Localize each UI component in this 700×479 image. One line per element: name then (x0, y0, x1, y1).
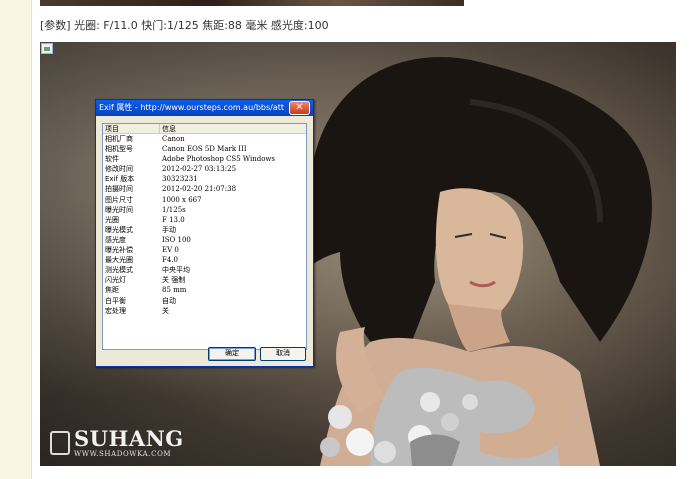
item-value: Adobe Photoshop CS5 Windows (162, 155, 276, 164)
exif-list[interactable]: 项目 信息 相机厂商 Canon 相机型号 Canon EOS 5D Mark III… (102, 123, 307, 350)
item-value: F 13.0 (162, 215, 185, 224)
list-item[interactable]: 曝光补偿 EV 0 (103, 245, 306, 255)
list-item[interactable]: 最大光圈 F4.0 (103, 255, 306, 265)
list-item[interactable]: 焦距 85 mm (103, 285, 306, 295)
item-label: 白平衡 (105, 296, 126, 305)
watermark: SUHANG WWW.SHADOWKA.COM (50, 428, 184, 458)
previous-photo-edge (40, 0, 464, 6)
watermark-brand: SUHANG (74, 426, 184, 451)
item-value: Canon (162, 135, 185, 143)
list-item[interactable]: 测光模式 中央平均 (103, 265, 306, 275)
item-label: Exif 版本 (105, 175, 135, 184)
list-item[interactable]: 闪光灯 关 强制 (103, 275, 306, 285)
cancel-button[interactable]: 取消 (260, 347, 306, 361)
ok-button[interactable]: 确定 (208, 347, 256, 361)
item-value: 中央平均 (162, 266, 190, 275)
list-item[interactable]: 曝光模式 手动 (103, 225, 306, 235)
item-value: EV 0 (162, 246, 179, 255)
item-value: 30323231 (162, 175, 198, 184)
list-item[interactable]: 相机型号 Canon EOS 5D Mark III (103, 144, 306, 154)
item-value: F4.0 (162, 256, 178, 265)
item-label: 拍摄时间 (105, 185, 133, 194)
exif-dialog: Exif 属性 - http://www.oursteps.com.au/bbs… (95, 99, 314, 367)
item-value: 85 mm (162, 286, 187, 295)
item-label: 曝光补偿 (105, 246, 133, 255)
dialog-titlebar[interactable]: Exif 属性 - http://www.oursteps.com.au/bbs… (96, 100, 313, 116)
item-value: ISO 100 (162, 235, 191, 244)
item-value: 2012-02-20 21:07:38 (162, 185, 237, 194)
list-item[interactable]: 修改时间 2012-02-27 03:13:25 (103, 164, 306, 174)
item-value: 1000 x 667 (162, 195, 202, 204)
item-label: 光圈 (105, 215, 119, 224)
image-placeholder-icon (41, 43, 53, 54)
dialog-title: Exif 属性 - http://www.oursteps.com.au/bbs… (99, 103, 284, 112)
list-item[interactable]: 感光度 ISO 100 (103, 235, 306, 245)
item-value: 2012-02-27 03:13:25 (162, 165, 237, 174)
column-header-info[interactable]: 信息 (160, 124, 306, 133)
photo-params-text: [参数] 光圈: F/11.0 快门:1/125 焦距:88 毫米 感光度:10… (40, 19, 329, 32)
item-label: 相机厂商 (105, 135, 133, 143)
item-label: 图片尺寸 (105, 195, 133, 204)
watermark-url: WWW.SHADOWKA.COM (74, 450, 172, 458)
item-label: 闪光灯 (105, 276, 126, 285)
list-header: 项目 信息 (103, 124, 306, 134)
item-label: 测光模式 (105, 266, 133, 275)
list-item[interactable]: 曝光时间 1/125s (103, 205, 306, 215)
item-label: 曝光时间 (105, 205, 133, 214)
item-label: 相机型号 (105, 145, 133, 154)
item-label: 修改时间 (105, 165, 133, 174)
list-item[interactable]: 相机厂商 Canon (103, 134, 306, 144)
item-value: 1/125s (162, 205, 186, 214)
watermark-logo-icon (50, 431, 70, 455)
list-item[interactable]: 宏处理 关 (103, 306, 306, 316)
item-label: 焦距 (105, 286, 119, 295)
list-item[interactable]: 图片尺寸 1000 x 667 (103, 195, 306, 205)
close-button[interactable]: ✕ (289, 101, 310, 115)
item-label: 曝光模式 (105, 225, 133, 234)
item-value: Canon EOS 5D Mark III (162, 145, 247, 154)
list-rows: 相机厂商 Canon 相机型号 Canon EOS 5D Mark III 软件 Adob… (103, 134, 306, 316)
list-item[interactable]: Exif 版本 30323231 (103, 174, 306, 184)
item-value: 自动 (162, 296, 176, 305)
item-value: 手动 (162, 225, 176, 234)
left-sidebar-strip (0, 0, 32, 479)
column-header-item[interactable]: 项目 (103, 124, 160, 133)
item-label: 宏处理 (105, 306, 126, 315)
item-value: 关 强制 (162, 276, 186, 285)
list-item[interactable]: 白平衡 自动 (103, 296, 306, 306)
item-label: 软件 (105, 155, 119, 164)
list-item[interactable]: 拍摄时间 2012-02-20 21:07:38 (103, 184, 306, 194)
item-value: 关 (162, 306, 169, 315)
item-label: 最大光圈 (105, 256, 133, 265)
item-label: 感光度 (105, 235, 126, 244)
list-item[interactable]: 软件 Adobe Photoshop CS5 Windows (103, 154, 306, 164)
list-item[interactable]: 光圈 F 13.0 (103, 215, 306, 225)
